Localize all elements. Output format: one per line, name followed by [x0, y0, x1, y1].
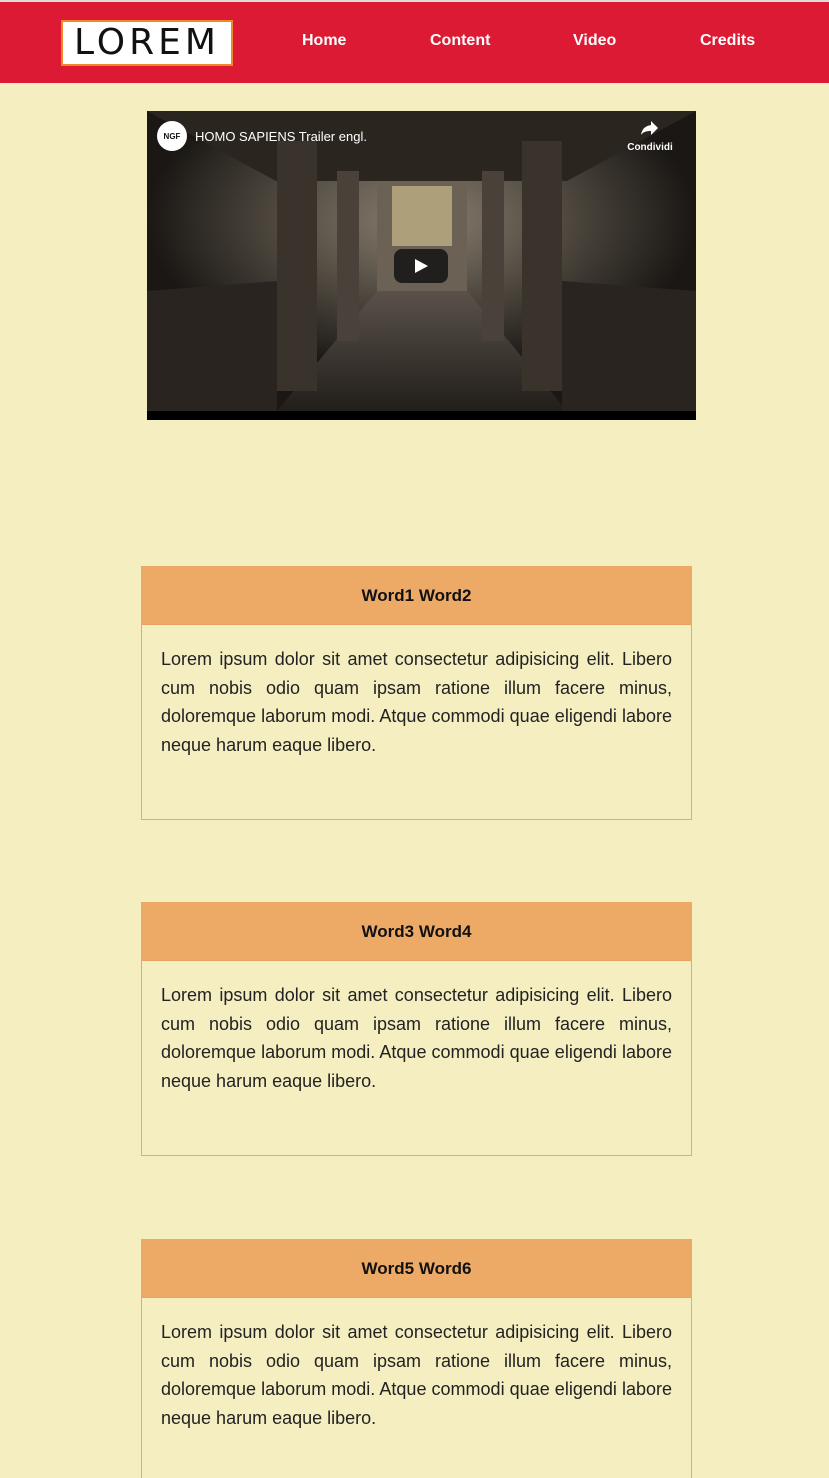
- card-2: Word3 Word4 Lorem ipsum dolor sit amet c…: [141, 902, 692, 1156]
- play-button[interactable]: [394, 249, 448, 283]
- logo-text: LOREM: [74, 22, 220, 63]
- card-body: Lorem ipsum dolor sit amet consectetur a…: [161, 1322, 672, 1428]
- card-body: Lorem ipsum dolor sit amet consectetur a…: [161, 649, 672, 755]
- card-title: Word3 Word4: [142, 903, 691, 961]
- card-title: Word1 Word2: [142, 567, 691, 625]
- card-body: Lorem ipsum dolor sit amet consectetur a…: [161, 985, 672, 1091]
- card-title: Word5 Word6: [142, 1240, 691, 1298]
- share-label: Condividi: [627, 142, 673, 153]
- play-icon: [415, 259, 428, 273]
- card-1: Word1 Word2 Lorem ipsum dolor sit amet c…: [141, 566, 692, 820]
- channel-avatar[interactable]: NGF: [157, 121, 187, 151]
- card-3: Word5 Word6 Lorem ipsum dolor sit amet c…: [141, 1239, 692, 1478]
- share-icon: [641, 121, 658, 135]
- nav-credits-link[interactable]: Credits: [700, 32, 755, 50]
- share-button[interactable]: Condividi: [620, 119, 680, 153]
- nav-content-link[interactable]: Content: [430, 32, 490, 50]
- video-embed[interactable]: NGF HOMO SAPIENS Trailer engl. Condividi: [147, 111, 696, 420]
- site-logo[interactable]: LOREM: [61, 20, 233, 66]
- site-header: LOREM Home Content Video Credits: [0, 2, 829, 83]
- nav-home-link[interactable]: Home: [302, 32, 346, 50]
- video-title[interactable]: HOMO SAPIENS Trailer engl.: [195, 129, 367, 144]
- nav-video-link[interactable]: Video: [573, 32, 616, 50]
